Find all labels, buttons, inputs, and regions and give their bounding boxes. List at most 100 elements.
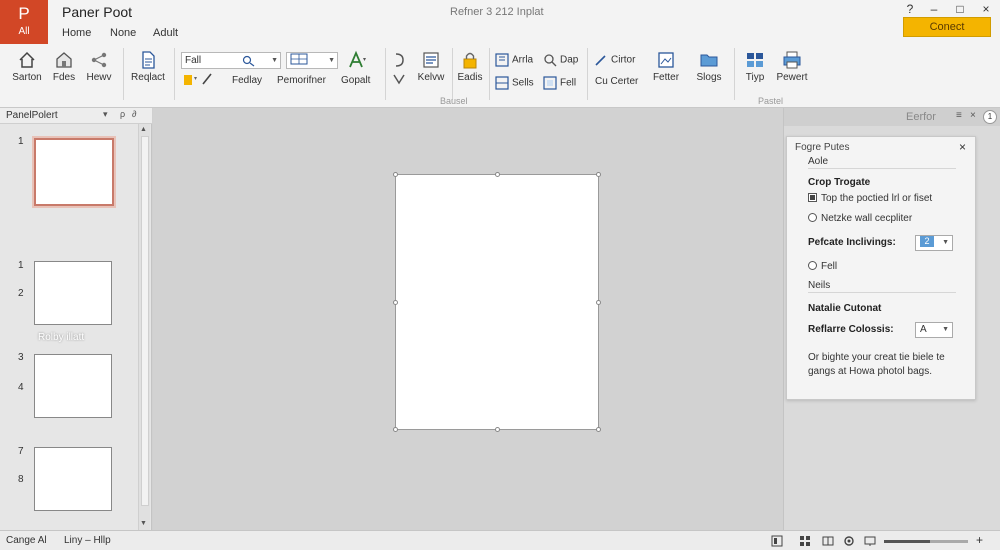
arrange-icon — [495, 76, 509, 90]
help-button[interactable]: ? — [902, 2, 918, 16]
print-icon — [783, 51, 801, 69]
tiyp-button[interactable]: Tiyp — [740, 50, 770, 83]
close-icon[interactable]: × — [970, 110, 976, 121]
arrla-button[interactable]: Arrla — [495, 53, 533, 67]
close-window-button[interactable]: × — [978, 2, 994, 16]
text-effect-icon[interactable] — [347, 50, 369, 70]
status-label: Cange Al — [6, 535, 47, 546]
chevron-down-icon: ▼ — [271, 57, 278, 64]
ribbon-separator — [452, 48, 453, 100]
scrollbar-thumb[interactable] — [141, 136, 149, 506]
font-size-combo[interactable]: ▼ — [286, 52, 338, 69]
minimize-button[interactable]: – — [926, 2, 942, 16]
close-icon[interactable]: × — [959, 140, 966, 154]
slide-thumbnail-3[interactable] — [34, 354, 112, 418]
pewert-button[interactable]: Pewert — [774, 50, 810, 83]
font-name-combo[interactable]: Fall ▼ — [181, 52, 281, 69]
tab-home[interactable]: Home — [62, 27, 91, 39]
logo-sub: All — [18, 26, 30, 37]
tab-none[interactable]: None — [110, 27, 136, 39]
pin-icon[interactable]: ρ — [120, 109, 125, 119]
paint-format-icon[interactable] — [183, 72, 217, 86]
fetter-button[interactable]: Fetter — [648, 50, 684, 83]
tab-adult[interactable]: Adult — [153, 27, 178, 39]
pane-options-icon[interactable]: ∂ — [132, 109, 136, 119]
divider — [808, 168, 956, 169]
slide[interactable] — [393, 172, 601, 432]
share-icon — [91, 52, 107, 68]
help-text: Or bighte your creat tie biele te gangs … — [808, 352, 945, 377]
reqlact-button[interactable]: Reqlact — [128, 50, 168, 83]
fedlay-button[interactable]: Fedlay — [232, 75, 262, 86]
home-icon — [19, 51, 35, 68]
group-label: Bausel — [440, 96, 468, 106]
settings-icon[interactable] — [843, 535, 855, 547]
normal-view-icon[interactable] — [771, 535, 783, 547]
format-panel-subtitle: Aole — [808, 156, 829, 167]
slide-sorter-icon[interactable] — [799, 535, 811, 547]
ribbon-separator — [489, 48, 490, 100]
menu-icon[interactable]: ≡ — [956, 110, 962, 121]
lock-icon — [463, 52, 477, 69]
cu-certer-button[interactable]: Cu Certer — [595, 76, 638, 87]
radio-option-1[interactable]: Netzke wall cecpliter — [808, 213, 912, 224]
section-heading: Crop Trogate — [808, 177, 871, 188]
scroll-down-icon[interactable]: ▼ — [140, 520, 147, 527]
radio-option-2[interactable]: Fell — [808, 261, 837, 272]
reading-view-icon[interactable] — [822, 535, 834, 547]
zoom-in-button[interactable]: + — [976, 533, 983, 547]
shape-icon — [495, 53, 509, 67]
ribbon-separator — [385, 48, 386, 100]
logo-letter: P — [18, 4, 30, 23]
resize-handle[interactable] — [393, 300, 398, 305]
dock-header: Eerfor ≡ × 1 — [784, 108, 1000, 126]
format-panel-title: Fogre Putes — [795, 142, 850, 153]
slideshow-icon[interactable] — [864, 535, 876, 547]
resize-handle[interactable] — [596, 300, 601, 305]
notification-badge[interactable]: 1 — [983, 110, 997, 124]
numbering-icon[interactable] — [392, 72, 408, 86]
resize-handle[interactable] — [393, 427, 398, 432]
gopalt-button[interactable]: Gopalt — [341, 75, 370, 86]
dap-button[interactable]: Dap — [543, 53, 578, 67]
cirtor-button[interactable]: Cirtor — [594, 53, 635, 67]
slide-number: 7 — [18, 446, 24, 457]
resize-handle[interactable] — [596, 172, 601, 177]
pemorifner-button[interactable]: Pemorifner — [277, 75, 326, 86]
resize-handle[interactable] — [495, 427, 500, 432]
align-icon — [423, 52, 439, 68]
chevron-down-icon: ▼ — [328, 57, 335, 64]
inclivings-select[interactable]: 2 ▼ — [915, 235, 953, 251]
slide-thumbnail-pane: PanelPolert ▾ ρ ∂ 1 Rolby illatt 1 2 3 4… — [0, 108, 152, 530]
sells-button[interactable]: Sells — [495, 76, 534, 90]
fell-button[interactable]: Fell — [543, 76, 576, 90]
chevron-down-icon[interactable]: ▾ — [103, 109, 108, 120]
eadis-button[interactable]: Eadis — [455, 50, 485, 83]
slide-thumbnail-1[interactable] — [34, 138, 114, 206]
ribbon-separator — [734, 48, 735, 100]
thumbnail-pane-header: PanelPolert ▾ ρ ∂ — [0, 108, 152, 124]
resize-handle[interactable] — [495, 172, 500, 177]
colossis-select[interactable]: A ▼ — [915, 322, 953, 338]
zoom-slider[interactable] — [884, 540, 968, 543]
title-bar: P All Paner Poot Home None Adult Refner … — [0, 0, 1000, 44]
scroll-up-icon[interactable]: ▲ — [140, 126, 147, 133]
bullet-icon[interactable] — [392, 52, 406, 68]
connect-button[interactable]: Conect — [903, 17, 991, 37]
slide-thumbnail-2[interactable] — [34, 261, 112, 325]
resize-handle[interactable] — [596, 427, 601, 432]
thumbnail-scrollbar[interactable]: ▲ ▼ — [138, 124, 150, 530]
folder-home-icon — [56, 52, 72, 68]
hewv-button[interactable]: Hewv — [82, 50, 116, 83]
maximize-button[interactable]: □ — [952, 2, 968, 16]
slide-number: 4 — [18, 382, 24, 393]
slide-thumbnail-4[interactable] — [34, 447, 112, 511]
kelvw-button[interactable]: Kelvw — [414, 50, 448, 83]
resize-handle[interactable] — [393, 172, 398, 177]
slogs-button[interactable]: Slogs — [692, 50, 726, 83]
sarton-button[interactable]: Sarton — [8, 50, 46, 83]
fdes-button[interactable]: Fdes — [48, 50, 80, 83]
help-link[interactable]: Liny – Hllp — [64, 535, 111, 546]
app-logo[interactable]: P All — [0, 0, 48, 44]
crop-checkbox[interactable]: Top the poctied lrl or fiset — [808, 193, 932, 204]
